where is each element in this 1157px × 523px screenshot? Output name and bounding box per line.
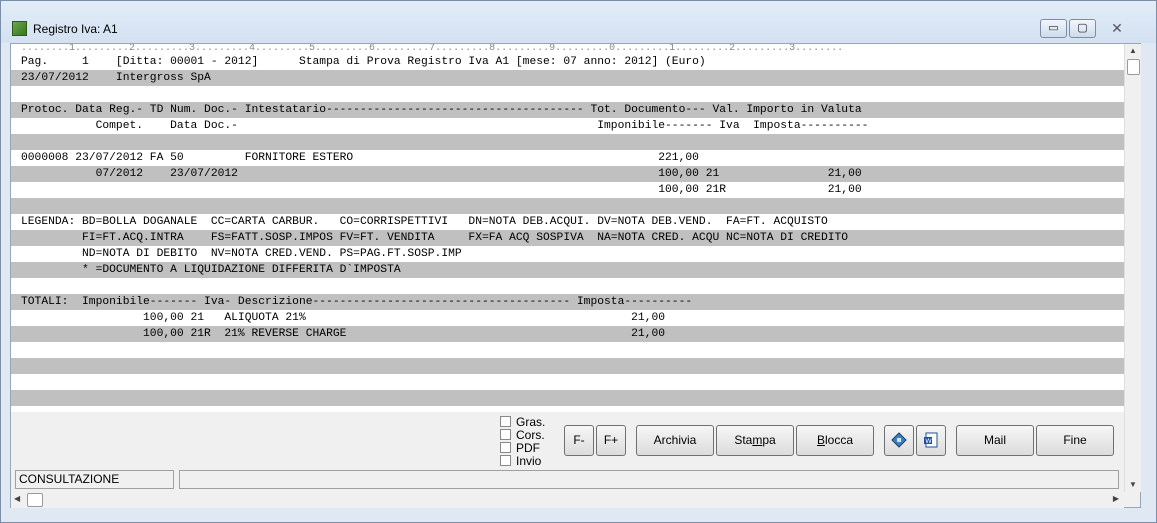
blocca-label-a: B xyxy=(816,433,825,447)
scroll-left-icon[interactable]: ◀ xyxy=(14,494,20,503)
blocca-button[interactable]: Blocca xyxy=(796,425,874,456)
gras-checkbox[interactable] xyxy=(500,416,511,427)
mail-button[interactable]: Mail xyxy=(956,425,1034,456)
word-export-button[interactable]: W xyxy=(916,425,946,456)
scroll-right-icon[interactable]: ▶ xyxy=(1113,494,1119,503)
horizontal-scroll-thumb[interactable] xyxy=(27,493,43,507)
scroll-up-icon[interactable]: ▲ xyxy=(1125,44,1141,58)
report-row: TOTALI: Imponibile------- Iva- Descrizio… xyxy=(11,294,1124,310)
gras-label: Gras. xyxy=(516,414,546,429)
command-bar: Gras. Cors. PDF Invio F- F+ Archivia Sta… xyxy=(11,412,1124,468)
app-icon xyxy=(12,21,27,36)
title-bar[interactable]: Registro Iva: A1 ▭ ▢ ✕ xyxy=(1,1,1156,43)
maximize-button[interactable]: ▢ xyxy=(1069,19,1096,38)
report-row: Protoc. Data Reg.- TD Num. Doc.- Intesta… xyxy=(11,102,1124,118)
report-row xyxy=(11,278,1124,294)
report-row xyxy=(11,342,1124,358)
main-window: Registro Iva: A1 ▭ ▢ ✕ ........1........… xyxy=(0,0,1157,523)
font-increase-button[interactable]: F+ xyxy=(596,425,626,456)
report-row: ND=NOTA DI DEBITO NV=NOTA CRED.VEND. PS=… xyxy=(21,248,462,260)
archivia-button[interactable]: Archivia xyxy=(636,425,714,456)
close-button[interactable]: ✕ xyxy=(1098,19,1136,38)
report-row xyxy=(11,198,1124,214)
stampa-label-b: m xyxy=(752,433,763,447)
vertical-scrollbar[interactable]: ▲ ▼ xyxy=(1124,44,1141,492)
print-options: Gras. Cors. PDF Invio xyxy=(500,414,546,468)
option-gras[interactable]: Gras. xyxy=(500,414,546,429)
column-ruler: ........1.........2.........3.........4.… xyxy=(21,44,844,54)
status-mode: CONSULTAZIONE xyxy=(15,470,174,489)
horizontal-scrollbar[interactable]: ◀ ▶ xyxy=(11,492,1124,508)
report-row: 07/2012 23/07/2012 100,00 21 21,00 xyxy=(11,166,1124,182)
save-disk-button[interactable] xyxy=(884,425,914,456)
status-bar: CONSULTAZIONE xyxy=(15,470,1128,490)
report-row: 100,00 21R 21,00 xyxy=(21,184,862,196)
pdf-label: PDF xyxy=(516,440,540,455)
report-row: 100,00 21 ALIQUOTA 21% 21,00 xyxy=(21,312,666,324)
stampa-label-c: pa xyxy=(762,433,776,447)
report-row: Pag. 1 [Ditta: 00001 - 2012] Stampa di P… xyxy=(21,56,706,68)
window-controls: ▭ ▢ ✕ xyxy=(1040,19,1138,38)
vertical-scroll-thumb[interactable] xyxy=(1127,59,1140,75)
option-pdf[interactable]: PDF xyxy=(500,440,545,455)
report-row: Compet. Data Doc.- Imponibile------- Iva… xyxy=(21,120,869,132)
option-invio[interactable]: Invio xyxy=(500,453,545,468)
diskette-icon xyxy=(891,432,907,448)
blocca-label-b: locca xyxy=(825,433,854,447)
report-row: * =DOCUMENTO A LIQUIDAZIONE DIFFERITA D`… xyxy=(11,262,1124,278)
font-decrease-button[interactable]: F- xyxy=(564,425,594,456)
report-row xyxy=(11,358,1124,374)
report-preview[interactable]: ........1.........2.........3.........4.… xyxy=(11,44,1124,412)
invio-checkbox[interactable] xyxy=(500,455,511,466)
fine-button[interactable]: Fine xyxy=(1036,425,1114,456)
pdf-checkbox[interactable] xyxy=(500,442,511,453)
report-row xyxy=(11,134,1124,150)
minimize-button[interactable]: ▭ xyxy=(1040,19,1067,38)
client-area: ........1.........2.........3.........4.… xyxy=(10,43,1141,508)
cors-label: Cors. xyxy=(516,427,545,442)
stampa-label-a: Sta xyxy=(734,433,753,447)
option-cors[interactable]: Cors. xyxy=(500,427,545,442)
report-row: FI=FT.ACQ.INTRA FS=FATT.SOSP.IMPOS FV=FT… xyxy=(11,230,1124,246)
report-row xyxy=(11,86,1124,102)
report-row: 0000008 23/07/2012 FA 50 FORNITORE ESTER… xyxy=(21,152,699,164)
report-row: 23/07/2012 Intergross SpA xyxy=(11,70,1124,86)
report-row: 100,00 21R 21% REVERSE CHARGE 21,00 xyxy=(11,326,1124,342)
svg-text:W: W xyxy=(925,437,932,445)
report-row xyxy=(11,390,1124,406)
cors-checkbox[interactable] xyxy=(500,429,511,440)
stampa-button[interactable]: Stampa xyxy=(716,425,794,456)
invio-label: Invio xyxy=(516,453,542,468)
status-message xyxy=(179,470,1119,489)
report-row: LEGENDA: BD=BOLLA DOGANALE CC=CARTA CARB… xyxy=(21,216,828,228)
word-document-icon: W xyxy=(924,432,938,448)
report-row xyxy=(11,374,1124,390)
window-title: Registro Iva: A1 xyxy=(33,22,118,36)
